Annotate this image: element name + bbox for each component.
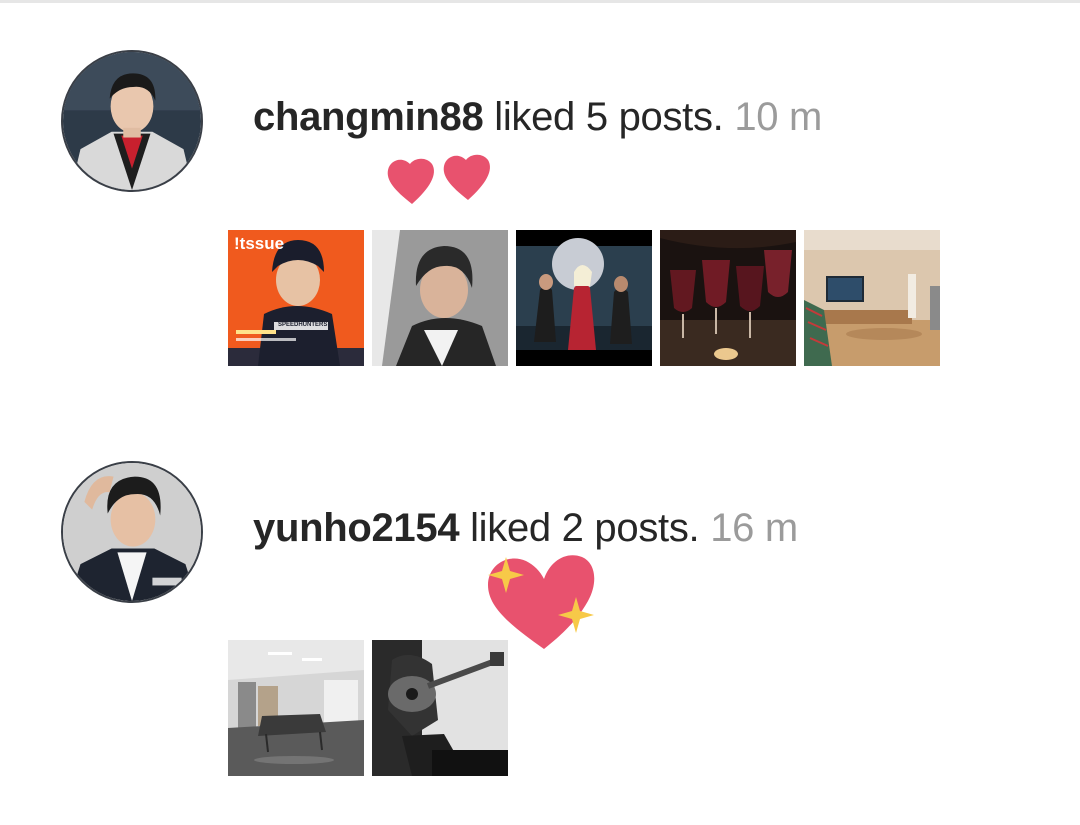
username-link[interactable]: changmin88 [253, 95, 484, 139]
post-thumbnail[interactable] [660, 230, 796, 366]
selfie-thumbnail [372, 230, 508, 366]
post-thumbnail[interactable] [372, 640, 508, 776]
activity-action: liked 5 posts. [494, 95, 724, 139]
sparkling-heart-icon [484, 549, 600, 653]
activity-action: liked 2 posts. [470, 506, 700, 550]
wine-glasses-thumbnail [660, 230, 796, 366]
avatar[interactable] [61, 461, 203, 603]
magazine-title: !tssue [234, 234, 285, 253]
magazine-badge: SPEEDHUNTERS [278, 322, 328, 328]
post-thumbnail[interactable] [372, 230, 508, 366]
post-thumbnail[interactable] [804, 230, 940, 366]
post-thumbnail[interactable]: !tssue SPEEDHUNTERS [228, 230, 364, 366]
living-room-tv-thumbnail [804, 230, 940, 366]
timestamp: 16 m [710, 506, 798, 550]
username-link[interactable]: yunho2154 [253, 506, 460, 550]
timestamp: 10 m [734, 95, 823, 139]
two-hearts-icon [384, 152, 496, 208]
post-thumbnail[interactable] [516, 230, 652, 366]
music-video-still-thumbnail [516, 230, 652, 366]
office-room-thumbnail [228, 640, 364, 776]
avatar-photo [63, 463, 201, 601]
avatar-photo [63, 52, 201, 190]
top-divider [0, 0, 1080, 3]
guitar-player-thumbnail [372, 640, 508, 776]
post-thumbnail[interactable] [228, 640, 364, 776]
activity-text: changmin88 liked 5 posts. 10 m [253, 93, 822, 141]
activity-text: yunho2154 liked 2 posts. 16 m [253, 504, 798, 552]
avatar[interactable] [61, 50, 203, 192]
